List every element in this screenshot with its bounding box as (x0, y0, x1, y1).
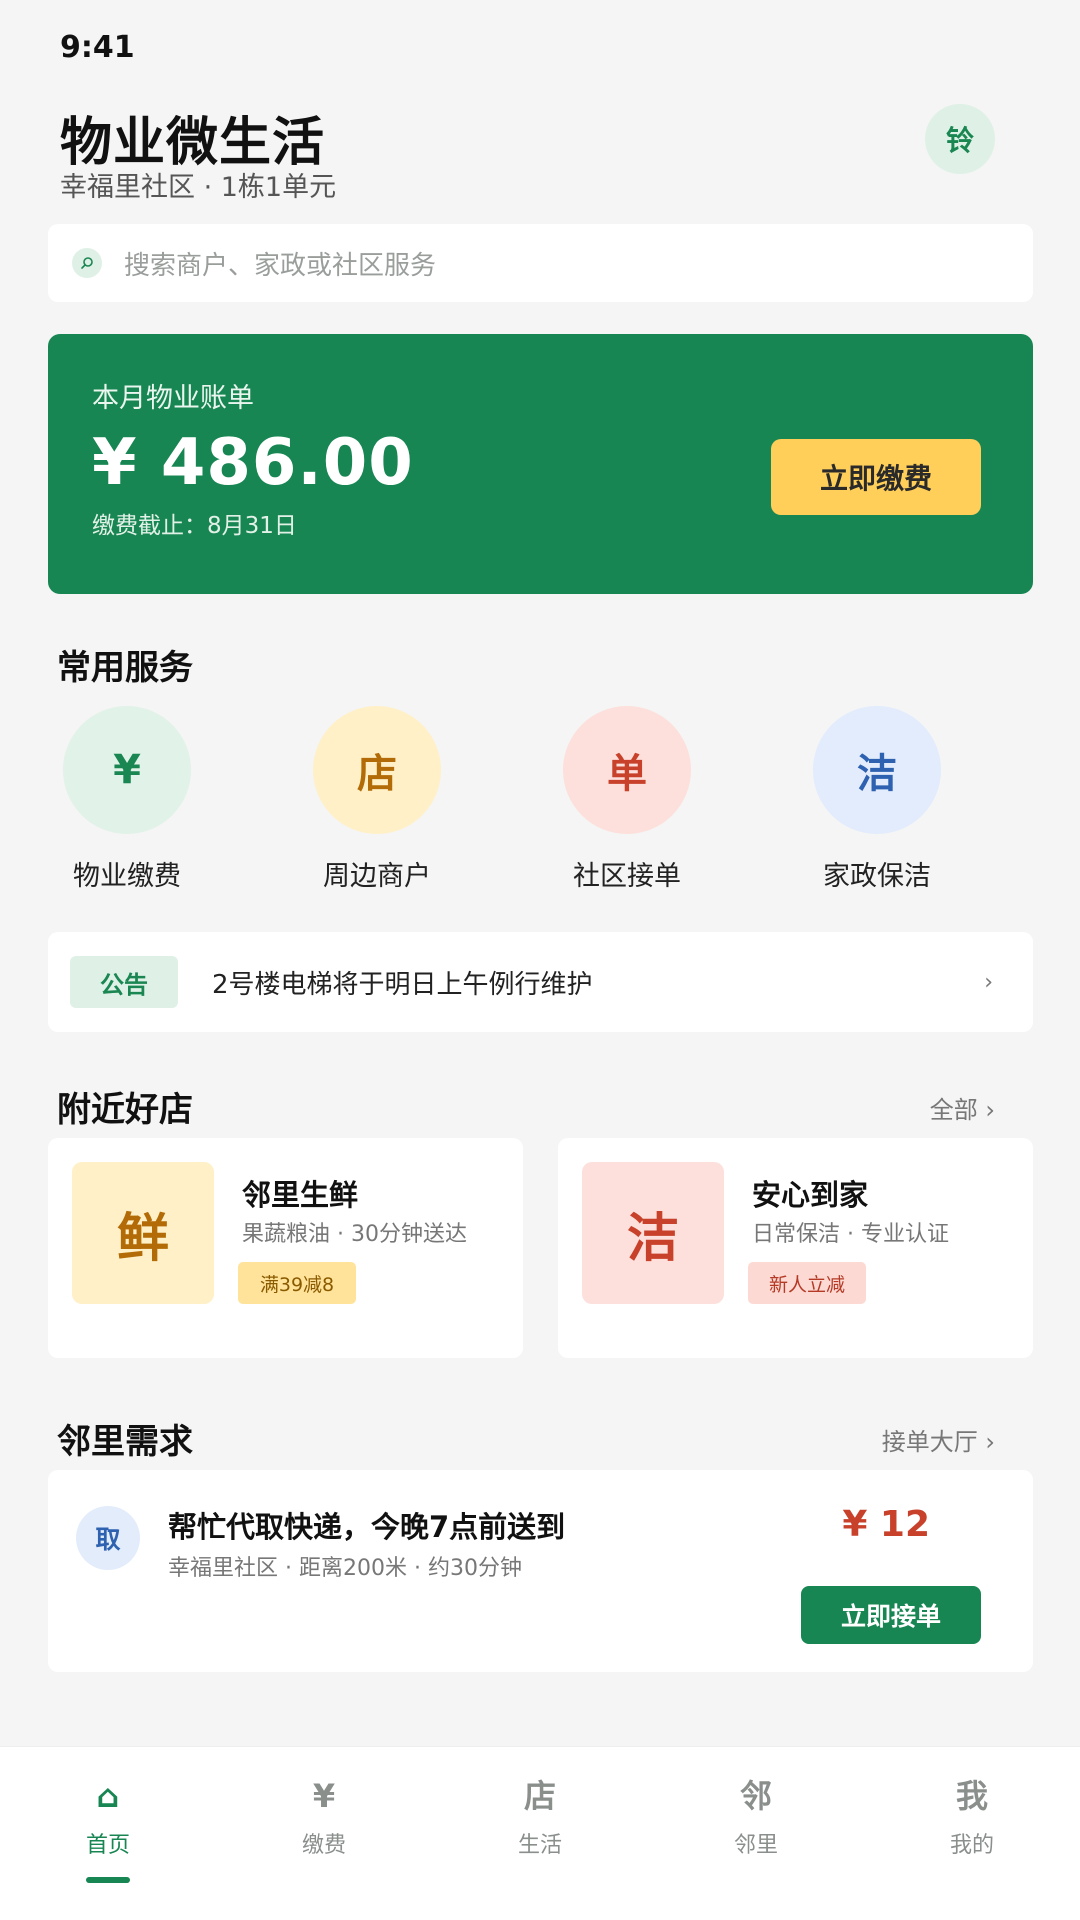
request-title: 帮忙代取快递，今晚7点前送到 (168, 1510, 566, 1544)
services-grid: ¥ 物业缴费 店 周边商户 单 社区接单 洁 家政保洁 (0, 706, 1080, 896)
bill-amount: ¥ 486.00 (92, 426, 414, 500)
chevron-right-icon: › (984, 969, 993, 995)
bill-due-date: 缴费截止：8月31日 (92, 513, 297, 539)
shop-description: 果蔬粮油 · 30分钟送达 (242, 1222, 467, 1247)
cleaning-icon: 洁 (582, 1162, 724, 1304)
shop-name: 安心到家 (752, 1178, 869, 1212)
bill-label: 本月物业账单 (92, 383, 254, 414)
pickup-icon: 取 (76, 1506, 140, 1570)
shop-card[interactable]: 洁 安心到家 日常保洁 · 专业认证 新人立减 (558, 1138, 1033, 1358)
request-card[interactable]: 取 帮忙代取快递，今晚7点前送到 幸福里社区 · 距离200米 · 约30分钟 … (48, 1470, 1033, 1672)
requests-title: 邻里需求 (57, 1422, 193, 1462)
tab-label: 缴费 (301, 1833, 346, 1858)
service-label: 物业缴费 (73, 861, 181, 892)
order-hall-link[interactable]: 接单大厅 › (882, 1422, 995, 1457)
notice-badge: 公告 (70, 956, 178, 1008)
search-icon (72, 248, 102, 278)
tab-neighbors[interactable]: 邻 邻里 (648, 1775, 864, 1859)
community-subtitle: 幸福里社区 · 1栋1单元 (60, 172, 337, 203)
service-nearby-shops[interactable]: 店 周边商户 (267, 706, 487, 893)
tab-life[interactable]: 店 生活 (432, 1775, 648, 1859)
search-placeholder: 搜索商户、家政或社区服务 (124, 250, 437, 281)
tab-label: 首页 (85, 1833, 130, 1858)
service-label: 家政保洁 (823, 861, 931, 892)
view-all-link[interactable]: 全部 › (930, 1090, 995, 1125)
service-label: 周边商户 (323, 861, 431, 892)
promo-tag: 新人立减 (748, 1262, 866, 1304)
page-title: 物业微生活 (60, 113, 326, 173)
shop-name: 邻里生鲜 (242, 1178, 359, 1212)
cleaning-icon: 洁 (813, 706, 941, 834)
services-title: 常用服务 (57, 648, 193, 688)
request-price: ¥ 12 (842, 1504, 930, 1545)
active-tab-indicator (86, 1877, 130, 1883)
promo-tag: 满39减8 (238, 1262, 356, 1304)
yen-icon: ¥ (312, 1777, 336, 1815)
bill-card: 本月物业账单 ¥ 486.00 缴费截止：8月31日 立即缴费 (48, 334, 1033, 594)
status-time: 9:41 (60, 30, 135, 65)
request-meta: 幸福里社区 · 距离200米 · 约30分钟 (168, 1556, 522, 1581)
tab-label: 生活 (517, 1833, 562, 1858)
neighbor-icon: 邻 (739, 1777, 772, 1815)
nearby-shops-title: 附近好店 (57, 1090, 193, 1130)
tab-home[interactable]: ⌂ 首页 (0, 1775, 216, 1883)
service-housekeeping[interactable]: 洁 家政保洁 (767, 706, 987, 893)
accept-order-button[interactable]: 立即接单 (801, 1586, 981, 1644)
app-screen: 9:41 物业微生活 幸福里社区 · 1栋1单元 铃 搜索商户、家政或社区服务 … (0, 0, 1080, 1920)
service-label: 社区接单 (573, 861, 681, 892)
tab-label: 邻里 (733, 1833, 778, 1858)
yen-icon: ¥ (63, 706, 191, 834)
bell-icon[interactable]: 铃 (925, 104, 995, 174)
tab-profile[interactable]: 我 我的 (864, 1775, 1080, 1859)
shop-description: 日常保洁 · 专业认证 (752, 1222, 949, 1247)
search-input[interactable]: 搜索商户、家政或社区服务 (48, 224, 1033, 302)
service-property-fee[interactable]: ¥ 物业缴费 (17, 706, 237, 893)
pay-now-button[interactable]: 立即缴费 (771, 439, 981, 515)
fresh-icon: 鲜 (72, 1162, 214, 1304)
notice-bar[interactable]: 公告 2号楼电梯将于明日上午例行维护 › (48, 932, 1033, 1032)
order-icon: 单 (563, 706, 691, 834)
service-community-orders[interactable]: 单 社区接单 (517, 706, 737, 893)
home-icon: ⌂ (96, 1777, 120, 1815)
notice-text: 2号楼电梯将于明日上午例行维护 (212, 969, 593, 1000)
shop-icon: 店 (523, 1777, 556, 1815)
shop-icon: 店 (313, 706, 441, 834)
tab-payment[interactable]: ¥ 缴费 (216, 1775, 432, 1859)
shop-card[interactable]: 鲜 邻里生鲜 果蔬粮油 · 30分钟送达 满39减8 (48, 1138, 523, 1358)
bottom-tab-bar: ⌂ 首页 ¥ 缴费 店 生活 邻 邻里 我 我的 (0, 1746, 1080, 1920)
tab-label: 我的 (949, 1833, 994, 1858)
profile-icon: 我 (955, 1777, 988, 1815)
